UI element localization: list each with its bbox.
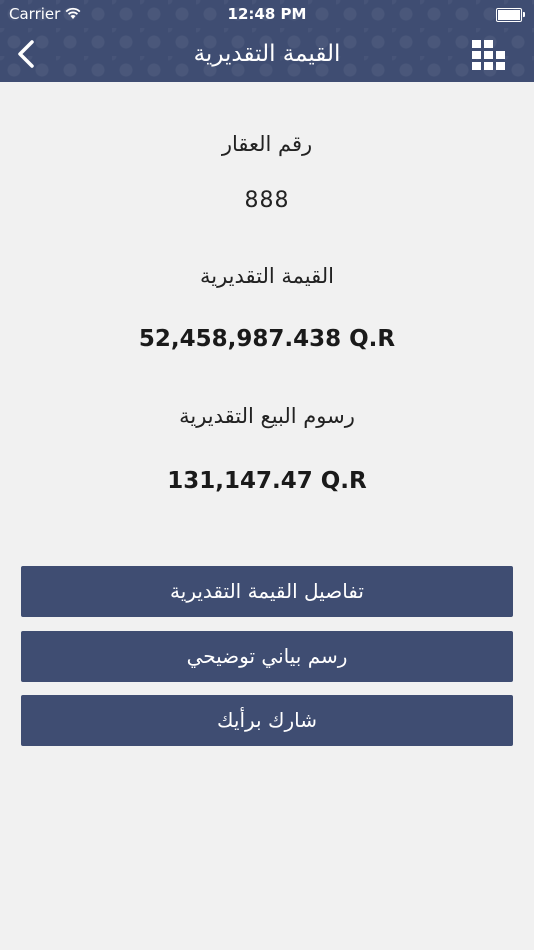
estimated-value-label: القيمة التقديرية [199, 264, 335, 288]
chart-button[interactable]: رسم بياني توضيحي [21, 631, 513, 682]
grid-icon [472, 40, 505, 70]
property-number-value: 888 [244, 188, 290, 213]
menu-grid-button[interactable] [472, 40, 506, 70]
sale-fees-label: رسوم البيع التقديرية [179, 404, 355, 428]
valuation-details-button[interactable]: تفاصيل القيمة التقديرية [21, 566, 513, 617]
status-time: 12:48 PM [227, 5, 307, 23]
sale-fees-value: 131,147.47 Q.R [167, 468, 367, 494]
share-feedback-button[interactable]: شارك برأيك [21, 695, 513, 746]
status-bar: Carrier 12:48 PM [0, 0, 534, 28]
navigation-bar: Carrier 12:48 PM القيمة التقديرية [0, 0, 534, 82]
page-title: القيمة التقديرية [193, 41, 341, 67]
property-number-label: رقم العقار [221, 132, 313, 156]
battery-icon [496, 8, 525, 22]
estimated-value: 52,458,987.438 Q.R [138, 326, 396, 352]
